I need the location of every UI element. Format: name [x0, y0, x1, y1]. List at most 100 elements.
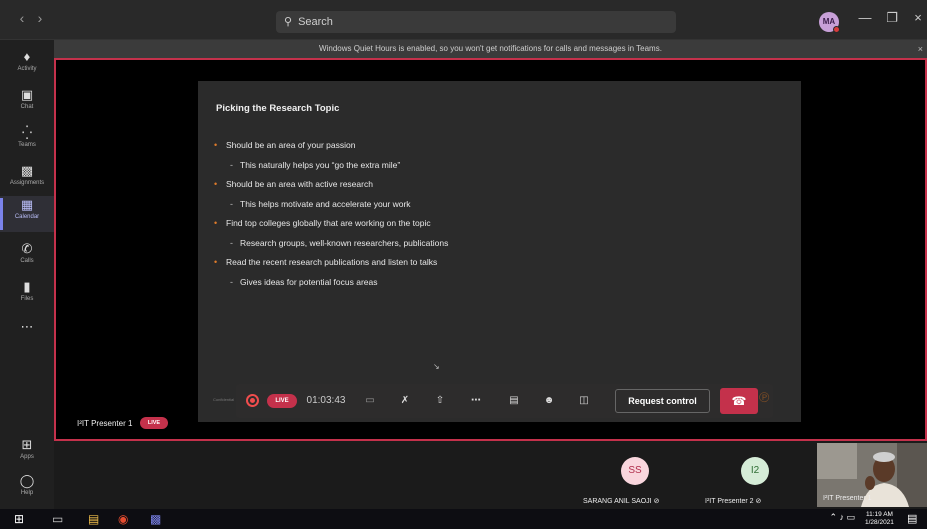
bullet-item: • Read the recent research publications a…	[214, 256, 448, 276]
participant-name: I²IT Presenter 2 ⊘	[705, 498, 762, 505]
bullet-text: Gives ideas for potential focus areas	[240, 276, 378, 287]
title-bar: ‹ › ⚲ Search MA — ❐ ×	[0, 0, 927, 40]
back-arrow-icon[interactable]: ‹	[14, 10, 30, 26]
meeting-timer: 01:03:43	[306, 395, 346, 406]
help-icon: ◯	[19, 473, 35, 488]
slide-title: Picking the Research Topic	[216, 103, 340, 114]
participants-icon[interactable]: ☻	[539, 384, 559, 418]
task-view-icon[interactable]: ▭	[52, 512, 63, 526]
calendar-icon: ▦	[20, 197, 34, 212]
dash-marker: -	[230, 276, 233, 287]
ellipsis-icon: ⋯	[20, 319, 34, 334]
participant-avatar: SS	[621, 457, 649, 485]
windows-taskbar: ⊞ ▭ ▤ ◉ ▩ ⌃ ♪ ▭ 11:19 AM 1/28/2021 ▤	[0, 509, 927, 529]
rail-label: Help	[20, 490, 34, 496]
rail-label: Calls	[20, 258, 34, 264]
rail-item-files[interactable]: ▮ Files	[0, 278, 54, 314]
search-placeholder: Search	[298, 16, 333, 28]
quiet-hours-text: Windows Quiet Hours is enabled, so you w…	[319, 44, 662, 53]
teams-taskbar-icon[interactable]: ▩	[150, 512, 161, 526]
banner-close-icon[interactable]: ×	[918, 40, 923, 58]
hang-up-button[interactable]: ☎	[720, 388, 758, 414]
webcam-name: I²IT Presenter 1	[823, 495, 872, 502]
participant-tile[interactable]: I2 I²IT Presenter 2 ⊘	[697, 441, 815, 509]
bullet-text: This naturally helps you “go the extra m…	[240, 159, 401, 170]
mic-muted-icon: ⊘	[653, 498, 660, 505]
request-control-button[interactable]: Request control	[615, 389, 710, 413]
bullet-marker: •	[214, 218, 218, 228]
sub-bullet-item: - Gives ideas for potential focus areas	[214, 276, 448, 296]
rail-item-apps[interactable]: ⊞ Apps	[0, 436, 54, 472]
bullet-text: This helps motivate and accelerate your …	[240, 198, 411, 209]
dash-marker: -	[230, 198, 233, 209]
rail-label: Assignments	[9, 180, 45, 186]
bell-icon: ♦	[23, 49, 31, 64]
bullet-marker: •	[214, 140, 218, 150]
dash-marker: -	[230, 237, 233, 248]
rail-item-chat[interactable]: ▣ Chat	[0, 86, 54, 122]
taskbar-clock[interactable]: 11:19 AM 1/28/2021	[865, 511, 894, 527]
presentation-slide: Picking the Research Topic • Should be an…	[198, 81, 801, 422]
close-icon[interactable]: ×	[909, 10, 927, 25]
forward-arrow-icon[interactable]: ›	[32, 10, 48, 26]
breakout-rooms-icon[interactable]: ◫	[574, 384, 594, 418]
sub-bullet-item: - This naturally helps you “go the extra …	[214, 159, 448, 179]
user-avatar[interactable]: MA	[819, 12, 840, 33]
rail-label: Chat	[20, 104, 34, 110]
slide-footer-text: Confidential	[213, 397, 235, 402]
notifications-icon[interactable]: ▤	[907, 512, 917, 526]
rail-item-calls[interactable]: ✆ Calls	[0, 240, 54, 276]
slide-bullets: • Should be an area of your passion - This…	[214, 139, 448, 295]
system-tray-icons[interactable]: ⌃ ♪ ▭	[829, 512, 855, 523]
webcam-video-tile[interactable]: I²IT Presenter 1	[817, 443, 927, 507]
mouse-cursor-icon: ↘	[433, 362, 440, 371]
search-input[interactable]: ⚲ Search	[276, 11, 676, 33]
dash-marker: -	[230, 159, 233, 170]
mic-muted-icon: ⊘	[755, 498, 762, 505]
phone-icon: ✆	[21, 241, 33, 256]
clock-date: 1/28/2021	[865, 519, 894, 526]
file-explorer-icon[interactable]: ▤	[88, 512, 99, 526]
bullet-item: • Should be an area of your passion	[214, 139, 448, 159]
bullet-item: • Should be an area with active research	[214, 178, 448, 198]
sub-bullet-item: - This helps motivate and accelerate your…	[214, 198, 448, 218]
participant-avatar: I2	[741, 457, 769, 485]
bullet-marker: •	[214, 257, 218, 267]
quiet-hours-banner: Windows Quiet Hours is enabled, so you w…	[54, 40, 927, 58]
share-screen-icon[interactable]: ⇧	[430, 384, 450, 418]
camera-off-icon[interactable]: ▭	[360, 384, 380, 418]
more-apps-button[interactable]: ⋯	[0, 318, 54, 354]
rail-item-assignments[interactable]: ▩ Assignments	[0, 162, 54, 198]
app-rail: ♦ Activity ▣ Chat ⁛ Teams ▩ Assignments …	[0, 40, 54, 509]
windows-start-icon[interactable]: ⊞	[14, 512, 24, 526]
live-badge: LIVE	[267, 394, 297, 408]
bullet-text: Should be an area with active research	[226, 179, 373, 189]
file-icon: ▮	[23, 279, 31, 294]
rail-item-help[interactable]: ◯ Help	[0, 472, 54, 508]
rail-label: Files	[20, 296, 34, 302]
meeting-controls-toolbar: LIVE 01:03:43 ▭ ✗ ⇧ ⋯ ▤ ☻ ◫ Request cont…	[236, 384, 773, 418]
presence-busy-icon	[833, 26, 840, 33]
user-initials: MA	[822, 17, 836, 26]
apps-icon: ⊞	[21, 437, 33, 452]
chat-icon[interactable]: ▤	[504, 384, 524, 418]
teams-icon: ⁛	[21, 125, 33, 140]
bullet-text: Research groups, well-known researchers,…	[240, 237, 449, 248]
chrome-icon[interactable]: ◉	[118, 512, 128, 526]
maximize-icon[interactable]: ❐	[883, 10, 901, 26]
sub-bullet-item: - Research groups, well-known researchers…	[214, 237, 448, 257]
chat-icon: ▣	[20, 87, 34, 102]
mic-off-icon[interactable]: ✗	[395, 384, 415, 418]
participant-tile[interactable]: SS SARANG ANIL SAOJI ⊘	[575, 441, 695, 509]
presenter-name: I²IT Presenter 1	[77, 419, 133, 428]
minimize-icon[interactable]: —	[856, 10, 874, 25]
rail-label: Calendar	[14, 214, 40, 220]
bullet-text: Should be an area of your passion	[226, 140, 356, 150]
rail-item-teams[interactable]: ⁛ Teams	[0, 124, 54, 160]
rail-item-calendar[interactable]: ▦ Calendar	[0, 196, 54, 232]
search-icon: ⚲	[284, 16, 293, 28]
more-actions-icon[interactable]: ⋯	[466, 384, 486, 418]
bullet-text: Find top colleges globally that are work…	[226, 218, 431, 228]
rail-item-activity[interactable]: ♦ Activity	[0, 48, 54, 84]
recording-icon[interactable]	[246, 394, 259, 407]
